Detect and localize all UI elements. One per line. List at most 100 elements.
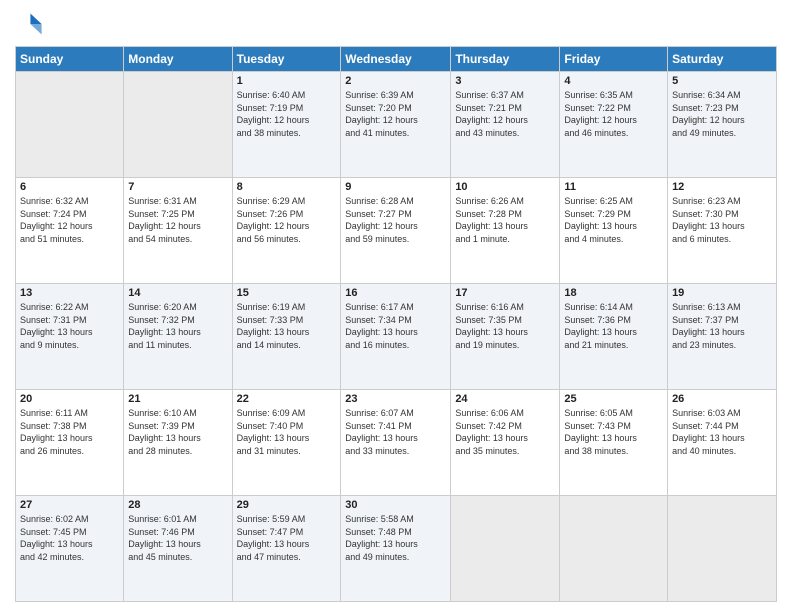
calendar-cell: 18 Sunrise: 6:14 AM Sunset: 7:36 PM Dayli… — [560, 284, 668, 390]
weekday-header: Saturday — [668, 47, 777, 72]
day-number: 5 — [672, 75, 772, 87]
day-number: 30 — [345, 499, 446, 511]
day-info: Sunrise: 6:40 AM Sunset: 7:19 PM Dayligh… — [237, 89, 337, 139]
header — [15, 10, 777, 38]
calendar-cell: 20 Sunrise: 6:11 AM Sunset: 7:38 PM Dayli… — [16, 390, 124, 496]
day-number: 12 — [672, 181, 772, 193]
day-number: 29 — [237, 499, 337, 511]
day-number: 28 — [128, 499, 227, 511]
day-info: Sunrise: 5:58 AM Sunset: 7:48 PM Dayligh… — [345, 513, 446, 563]
day-info: Sunrise: 6:13 AM Sunset: 7:37 PM Dayligh… — [672, 301, 772, 351]
day-number: 16 — [345, 287, 446, 299]
weekday-header: Friday — [560, 47, 668, 72]
calendar-cell: 22 Sunrise: 6:09 AM Sunset: 7:40 PM Dayli… — [232, 390, 341, 496]
day-number: 6 — [20, 181, 119, 193]
day-number: 21 — [128, 393, 227, 405]
calendar-cell: 10Sunrise: 6:26 AM Sunset: 7:28 PM Dayli… — [451, 178, 560, 284]
page: SundayMondayTuesdayWednesdayThursdayFrid… — [0, 0, 792, 612]
day-info: Sunrise: 6:01 AM Sunset: 7:46 PM Dayligh… — [128, 513, 227, 563]
calendar-cell — [16, 72, 124, 178]
day-info: Sunrise: 5:59 AM Sunset: 7:47 PM Dayligh… — [237, 513, 337, 563]
logo — [15, 10, 47, 38]
calendar-cell: 9Sunrise: 6:28 AM Sunset: 7:27 PM Daylig… — [341, 178, 451, 284]
calendar-cell: 25 Sunrise: 6:05 AM Sunset: 7:43 PM Dayli… — [560, 390, 668, 496]
weekday-header: Wednesday — [341, 47, 451, 72]
day-number: 23 — [345, 393, 446, 405]
day-number: 9 — [345, 181, 446, 193]
day-number: 4 — [564, 75, 663, 87]
day-info: Sunrise: 6:05 AM Sunset: 7:43 PM Dayligh… — [564, 407, 663, 457]
calendar-cell: 11Sunrise: 6:25 AM Sunset: 7:29 PM Dayli… — [560, 178, 668, 284]
calendar-cell: 21 Sunrise: 6:10 AM Sunset: 7:39 PM Dayli… — [124, 390, 232, 496]
weekday-header: Tuesday — [232, 47, 341, 72]
calendar-cell: 16 Sunrise: 6:17 AM Sunset: 7:34 PM Dayli… — [341, 284, 451, 390]
day-number: 10 — [455, 181, 555, 193]
day-info: Sunrise: 6:31 AM Sunset: 7:25 PM Dayligh… — [128, 195, 227, 245]
day-info: Sunrise: 6:10 AM Sunset: 7:39 PM Dayligh… — [128, 407, 227, 457]
weekday-header: Thursday — [451, 47, 560, 72]
day-number: 2 — [345, 75, 446, 87]
day-info: Sunrise: 6:02 AM Sunset: 7:45 PM Dayligh… — [20, 513, 119, 563]
calendar-week-row: 1 Sunrise: 6:40 AM Sunset: 7:19 PM Daylig… — [16, 72, 777, 178]
day-info: Sunrise: 6:32 AM Sunset: 7:24 PM Dayligh… — [20, 195, 119, 245]
calendar-cell: 6 Sunrise: 6:32 AM Sunset: 7:24 PM Daylig… — [16, 178, 124, 284]
day-number: 13 — [20, 287, 119, 299]
weekday-header: Sunday — [16, 47, 124, 72]
day-number: 18 — [564, 287, 663, 299]
day-number: 27 — [20, 499, 119, 511]
calendar-table: SundayMondayTuesdayWednesdayThursdayFrid… — [15, 46, 777, 602]
calendar-cell: 23Sunrise: 6:07 AM Sunset: 7:41 PM Dayli… — [341, 390, 451, 496]
day-info: Sunrise: 6:35 AM Sunset: 7:22 PM Dayligh… — [564, 89, 663, 139]
day-info: Sunrise: 6:39 AM Sunset: 7:20 PM Dayligh… — [345, 89, 446, 139]
calendar-cell: 29 Sunrise: 5:59 AM Sunset: 7:47 PM Dayli… — [232, 496, 341, 602]
calendar-cell: 27 Sunrise: 6:02 AM Sunset: 7:45 PM Dayli… — [16, 496, 124, 602]
day-info: Sunrise: 6:37 AM Sunset: 7:21 PM Dayligh… — [455, 89, 555, 139]
day-number: 25 — [564, 393, 663, 405]
day-info: Sunrise: 6:22 AM Sunset: 7:31 PM Dayligh… — [20, 301, 119, 351]
calendar-cell: 26 Sunrise: 6:03 AM Sunset: 7:44 PM Dayli… — [668, 390, 777, 496]
day-number: 8 — [237, 181, 337, 193]
day-number: 19 — [672, 287, 772, 299]
day-number: 15 — [237, 287, 337, 299]
day-number: 1 — [237, 75, 337, 87]
calendar-week-row: 20 Sunrise: 6:11 AM Sunset: 7:38 PM Dayli… — [16, 390, 777, 496]
calendar-header-row: SundayMondayTuesdayWednesdayThursdayFrid… — [16, 47, 777, 72]
calendar-cell: 5 Sunrise: 6:34 AM Sunset: 7:23 PM Daylig… — [668, 72, 777, 178]
logo-icon — [15, 10, 43, 38]
calendar-cell — [560, 496, 668, 602]
calendar-cell: 14 Sunrise: 6:20 AM Sunset: 7:32 PM Dayli… — [124, 284, 232, 390]
calendar-cell: 7Sunrise: 6:31 AM Sunset: 7:25 PM Daylig… — [124, 178, 232, 284]
day-info: Sunrise: 6:09 AM Sunset: 7:40 PM Dayligh… — [237, 407, 337, 457]
calendar-cell — [668, 496, 777, 602]
day-number: 26 — [672, 393, 772, 405]
calendar-week-row: 6 Sunrise: 6:32 AM Sunset: 7:24 PM Daylig… — [16, 178, 777, 284]
day-info: Sunrise: 6:23 AM Sunset: 7:30 PM Dayligh… — [672, 195, 772, 245]
day-info: Sunrise: 6:34 AM Sunset: 7:23 PM Dayligh… — [672, 89, 772, 139]
day-number: 22 — [237, 393, 337, 405]
day-info: Sunrise: 6:11 AM Sunset: 7:38 PM Dayligh… — [20, 407, 119, 457]
day-info: Sunrise: 6:06 AM Sunset: 7:42 PM Dayligh… — [455, 407, 555, 457]
day-number: 14 — [128, 287, 227, 299]
calendar-cell: 28 Sunrise: 6:01 AM Sunset: 7:46 PM Dayli… — [124, 496, 232, 602]
calendar-cell: 2 Sunrise: 6:39 AM Sunset: 7:20 PM Daylig… — [341, 72, 451, 178]
day-info: Sunrise: 6:20 AM Sunset: 7:32 PM Dayligh… — [128, 301, 227, 351]
day-info: Sunrise: 6:14 AM Sunset: 7:36 PM Dayligh… — [564, 301, 663, 351]
day-info: Sunrise: 6:19 AM Sunset: 7:33 PM Dayligh… — [237, 301, 337, 351]
calendar-cell: 1 Sunrise: 6:40 AM Sunset: 7:19 PM Daylig… — [232, 72, 341, 178]
day-number: 20 — [20, 393, 119, 405]
calendar-cell: 19 Sunrise: 6:13 AM Sunset: 7:37 PM Dayli… — [668, 284, 777, 390]
calendar-cell: 15 Sunrise: 6:19 AM Sunset: 7:33 PM Dayli… — [232, 284, 341, 390]
calendar-cell: 12 Sunrise: 6:23 AM Sunset: 7:30 PM Dayli… — [668, 178, 777, 284]
calendar-cell: 4 Sunrise: 6:35 AM Sunset: 7:22 PM Daylig… — [560, 72, 668, 178]
day-info: Sunrise: 6:03 AM Sunset: 7:44 PM Dayligh… — [672, 407, 772, 457]
calendar-cell: 13 Sunrise: 6:22 AM Sunset: 7:31 PM Dayli… — [16, 284, 124, 390]
calendar-cell — [124, 72, 232, 178]
day-number: 3 — [455, 75, 555, 87]
weekday-header: Monday — [124, 47, 232, 72]
day-info: Sunrise: 6:29 AM Sunset: 7:26 PM Dayligh… — [237, 195, 337, 245]
day-info: Sunrise: 6:17 AM Sunset: 7:34 PM Dayligh… — [345, 301, 446, 351]
calendar-cell: 24Sunrise: 6:06 AM Sunset: 7:42 PM Dayli… — [451, 390, 560, 496]
calendar-week-row: 13 Sunrise: 6:22 AM Sunset: 7:31 PM Dayli… — [16, 284, 777, 390]
day-number: 17 — [455, 287, 555, 299]
calendar-cell — [451, 496, 560, 602]
